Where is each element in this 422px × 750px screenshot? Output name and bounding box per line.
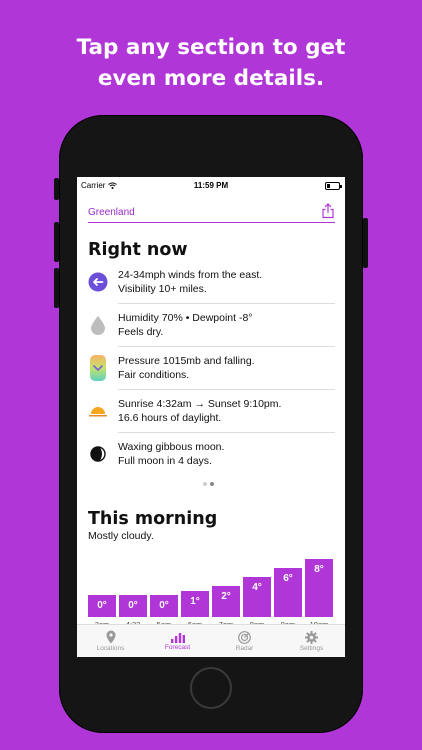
status-bar: Carrier 11:59 PM: [77, 177, 345, 195]
wind-line-1: 24-34mph winds from the east.: [118, 269, 263, 281]
moon-line-2: Full moon in 4 days.: [118, 455, 212, 467]
humidity-row[interactable]: Humidity 70% • Dewpoint -8° Feels dry.: [88, 304, 335, 346]
share-icon[interactable]: [321, 203, 335, 219]
battery-icon: [325, 182, 342, 190]
humidity-line-2: Feels dry.: [118, 326, 164, 338]
humidity-line-1: Humidity 70% • Dewpoint -8°: [118, 312, 253, 324]
tab-locations[interactable]: Locations: [77, 625, 144, 657]
temperature-bar[interactable]: 4°: [243, 577, 271, 617]
radar-icon: [238, 630, 251, 644]
gear-icon: [305, 630, 318, 644]
headline-line-2: even more details.: [97, 66, 325, 91]
page-dot[interactable]: [203, 482, 207, 486]
temperature-bar[interactable]: 0°: [150, 595, 178, 617]
moon-line-1: Waxing gibbous moon.: [118, 441, 225, 453]
power-button: [363, 218, 368, 268]
hourly-temperature-bars[interactable]: 0° 0° 0° 1° 2° 4° 6° 8°: [88, 557, 335, 617]
temperature-bar[interactable]: 2°: [212, 586, 240, 617]
page-indicator[interactable]: [203, 482, 214, 486]
bar-chart-icon: [170, 633, 185, 643]
this-morning-title: This morning: [88, 509, 218, 529]
sunrise-line-1: Sunrise 4:32am → Sunset 9:10pm.: [118, 398, 282, 410]
app-screen: Carrier 11:59 PM Greenland Right now 24-…: [77, 177, 345, 657]
humidity-drop-icon: [88, 315, 108, 335]
sunrise-row[interactable]: Sunrise 4:32am → Sunset 9:10pm. 16.6 hou…: [88, 390, 335, 432]
right-now-title: Right now: [88, 240, 188, 260]
headline: Tap any section to get even more details…: [0, 32, 422, 94]
pressure-row[interactable]: Pressure 1015mb and falling. Fair condit…: [88, 347, 335, 389]
tab-label-radar: Radar: [235, 644, 254, 652]
pressure-gauge-icon: [88, 355, 108, 381]
wind-row[interactable]: 24-34mph winds from the east. Visibility…: [88, 261, 335, 303]
location-pin-icon: [106, 630, 115, 644]
tab-label-settings: Settings: [299, 644, 324, 652]
temperature-bar[interactable]: 8°: [305, 559, 333, 617]
temperature-bar[interactable]: 0°: [88, 595, 116, 617]
temperature-bar[interactable]: 6°: [274, 568, 302, 617]
wind-line-2: Visibility 10+ miles.: [118, 283, 207, 295]
location-bar[interactable]: Greenland: [88, 203, 335, 223]
moon-phase-icon: [88, 444, 108, 464]
tab-settings[interactable]: Settings: [278, 625, 345, 657]
tab-forecast[interactable]: Forecast: [144, 625, 211, 657]
sunrise-line-2: 16.6 hours of daylight.: [118, 412, 222, 424]
tab-label-forecast: Forecast: [164, 644, 191, 651]
tab-label-locations: Locations: [96, 645, 125, 652]
sunrise-icon: [88, 401, 108, 421]
page-dot-active[interactable]: [210, 482, 214, 486]
home-button[interactable]: [190, 667, 232, 709]
temperature-bar[interactable]: 0°: [119, 595, 147, 617]
headline-line-1: Tap any section to get: [76, 35, 346, 60]
pressure-line-1: Pressure 1015mb and falling.: [118, 355, 255, 367]
tab-radar[interactable]: Radar: [211, 625, 278, 657]
location-name[interactable]: Greenland: [88, 207, 135, 218]
temperature-bar[interactable]: 1°: [181, 590, 209, 617]
pressure-line-2: Fair conditions.: [118, 369, 190, 381]
tab-bar: Locations Forecast Radar Settings: [77, 624, 345, 657]
wind-arrow-icon: [88, 272, 108, 292]
morning-summary: Mostly cloudy.: [88, 530, 154, 542]
moon-row[interactable]: Waxing gibbous moon. Full moon in 4 days…: [88, 433, 335, 475]
status-time: 11:59 PM: [193, 181, 229, 190]
